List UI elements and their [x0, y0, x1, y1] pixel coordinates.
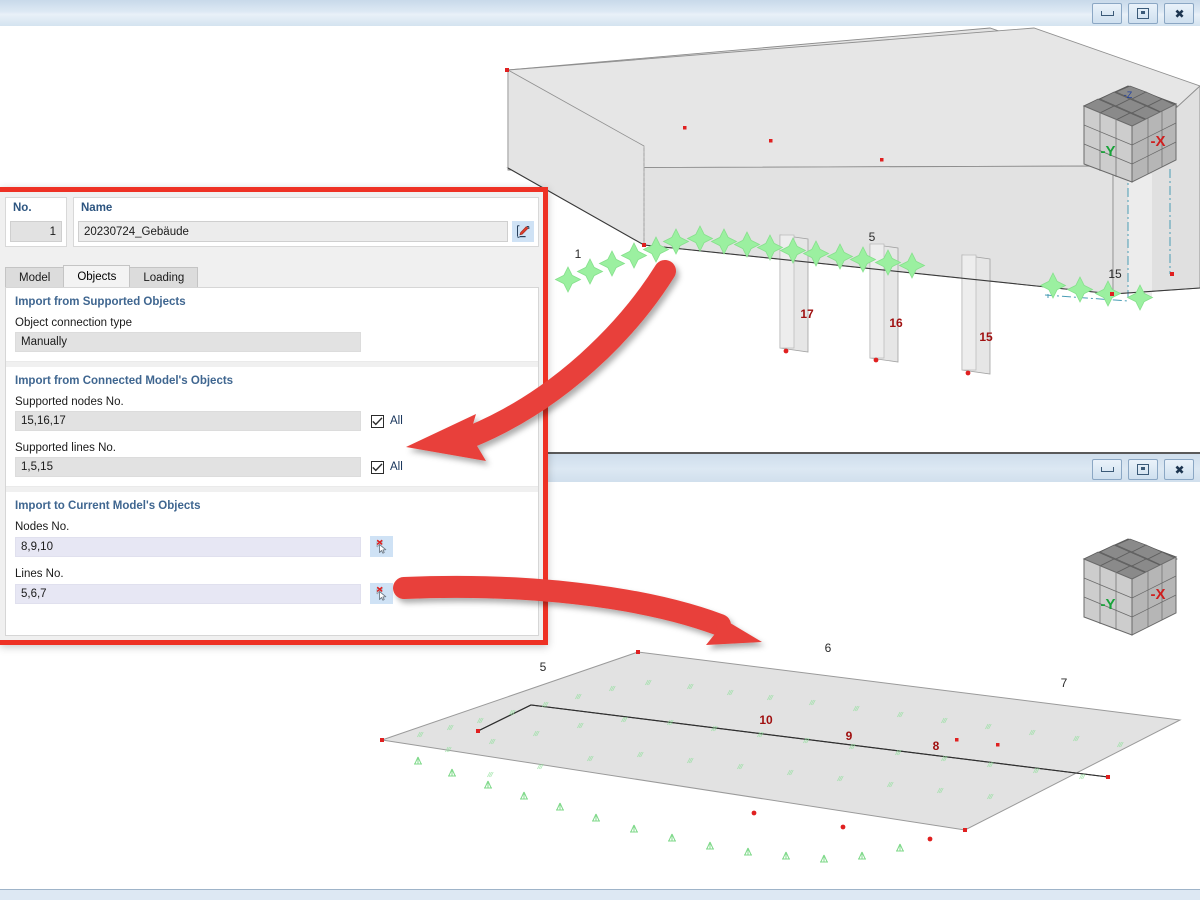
minimize-button[interactable]	[1092, 459, 1122, 480]
upper-window-controls: ✖	[1092, 3, 1194, 24]
model-properties-dialog: No. 1 Name 20230724_Gebäude Model Object…	[0, 187, 548, 645]
dialog-header-row: No. 1 Name 20230724_Gebäude	[5, 197, 539, 247]
line-label: 15	[1108, 267, 1122, 281]
supported-lines-all-checkbox[interactable]	[371, 460, 384, 474]
restore-button[interactable]	[1128, 459, 1158, 480]
cube-front-axis-label: -Y	[1101, 143, 1116, 160]
tab-objects[interactable]: Objects	[63, 265, 131, 287]
line-label: 5	[869, 230, 876, 244]
number-cell: No. 1	[5, 197, 67, 247]
node-label: 15	[979, 330, 993, 344]
nodes-no-label: Nodes No.	[15, 521, 70, 533]
view-cube-lower: -Y -X	[1082, 538, 1178, 636]
lines-no-field[interactable]: 5,6,7	[15, 583, 361, 604]
edit-pencil-icon-button[interactable]	[512, 221, 534, 242]
lines-pick-button[interactable]	[370, 583, 393, 604]
edit-pencil-icon	[516, 224, 529, 238]
name-cell: Name 20230724_Gebäude	[73, 197, 539, 247]
object-connection-type-field[interactable]: Manually	[15, 332, 361, 352]
node-label: 17	[800, 307, 814, 321]
cube-front-axis-label: -Y	[1101, 596, 1116, 613]
close-button[interactable]: ✖	[1164, 459, 1194, 480]
supported-lines-label: Supported lines No.	[15, 442, 117, 454]
supported-lines-all-label: All	[390, 461, 403, 473]
cube-right-axis-label: -X	[1151, 586, 1166, 603]
line-label: 5	[540, 660, 547, 674]
nodes-no-field[interactable]: 8,9,10	[15, 536, 361, 557]
group-import-from-supported-objects: Import from Supported Objects Object con…	[6, 288, 538, 362]
number-label: No.	[13, 202, 32, 214]
checkmark-icon	[372, 462, 383, 471]
status-bar	[0, 889, 1200, 900]
supported-nodes-label: Supported nodes No.	[15, 396, 124, 408]
objects-tab-panel: Import from Supported Objects Object con…	[5, 287, 539, 636]
svg-text:-Z: -Z	[1124, 90, 1133, 100]
line-label: 7	[1061, 676, 1068, 690]
name-field[interactable]: 20230724_Gebäude	[78, 221, 508, 242]
node-label: 8	[933, 739, 940, 753]
pick-cursor-deselect-icon	[376, 539, 386, 554]
group-title: Import from Connected Model's Objects	[15, 375, 234, 387]
lines-no-label: Lines No.	[15, 568, 64, 580]
node-label: 10	[759, 713, 773, 727]
upper-window-titlebar: ✖	[0, 0, 1200, 27]
supported-nodes-all-checkbox[interactable]	[371, 414, 384, 428]
supported-lines-field[interactable]: 1,5,15	[15, 457, 361, 477]
application-root: ✖ 1 5 15 17 16 15 -Z -Y -X ✖ 5 6 7 10 9 …	[0, 0, 1200, 900]
group-import-from-connected-models-objects: Import from Connected Model's Objects Su…	[6, 367, 538, 487]
checkmark-icon	[372, 416, 383, 425]
name-label: Name	[81, 202, 113, 214]
number-field[interactable]: 1	[10, 221, 62, 242]
supported-nodes-all-label: All	[390, 415, 403, 427]
restore-button[interactable]	[1128, 3, 1158, 24]
line-label: 1	[575, 247, 582, 261]
group-title: Import to Current Model's Objects	[15, 500, 201, 512]
group-title: Import from Supported Objects	[15, 296, 186, 308]
close-button[interactable]: ✖	[1164, 3, 1194, 24]
node-label: 9	[846, 729, 853, 743]
dialog-tabs: Model Objects Loading	[5, 265, 539, 287]
object-connection-type-label: Object connection type	[15, 317, 132, 329]
pick-cursor-deselect-icon	[376, 586, 386, 601]
minimize-button[interactable]	[1092, 3, 1122, 24]
supported-nodes-field[interactable]: 15,16,17	[15, 411, 361, 431]
line-label: 6	[825, 641, 832, 655]
cube-right-axis-label: -X	[1151, 133, 1166, 150]
group-import-to-current-models-objects: Import to Current Model's Objects Nodes …	[6, 492, 538, 613]
tab-model[interactable]: Model	[5, 267, 65, 287]
tab-loading[interactable]: Loading	[129, 267, 199, 287]
lower-window-controls: ✖	[1092, 459, 1194, 480]
node-label: 16	[889, 316, 903, 330]
nodes-pick-button[interactable]	[370, 536, 393, 557]
